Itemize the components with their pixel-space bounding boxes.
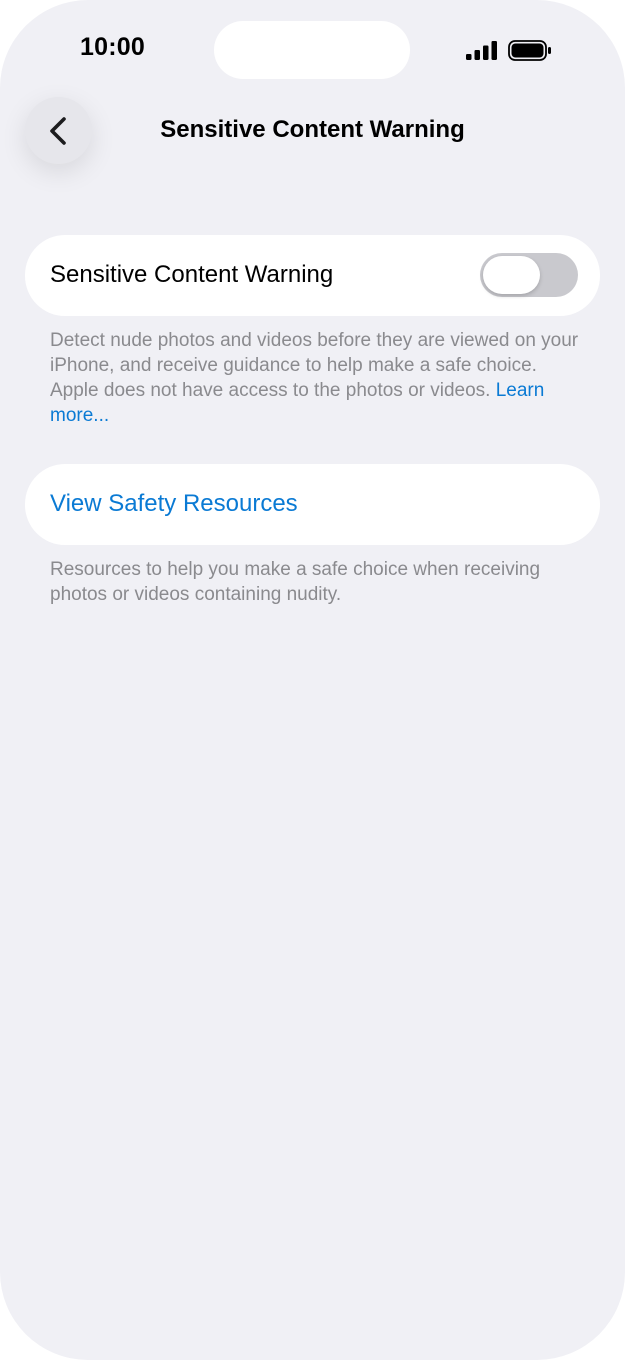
- status-time: 10:00: [80, 33, 145, 61]
- phone-screen: 10:00 Sensitive Content Warning Sensitiv…: [0, 0, 625, 1360]
- resources-footnote: Resources to help you make a safe choice…: [50, 559, 541, 605]
- toggle-knob: [483, 256, 540, 294]
- page-title: Sensitive Content Warning: [160, 116, 465, 143]
- sensitive-content-warning-toggle[interactable]: [480, 253, 578, 297]
- status-bar: 10:00: [0, 0, 625, 100]
- battery-icon: [508, 40, 551, 61]
- cellular-signal-icon: [466, 41, 497, 60]
- view-safety-resources-button[interactable]: View Safety Resources: [25, 464, 600, 545]
- sensitive-content-warning-row: Sensitive Content Warning: [25, 235, 600, 316]
- view-safety-resources-label: View Safety Resources: [50, 490, 298, 517]
- toggle-footnote: Detect nude photos and videos before the…: [50, 328, 580, 428]
- toggle-row-label: Sensitive Content Warning: [50, 261, 334, 288]
- dynamic-island: [214, 21, 410, 79]
